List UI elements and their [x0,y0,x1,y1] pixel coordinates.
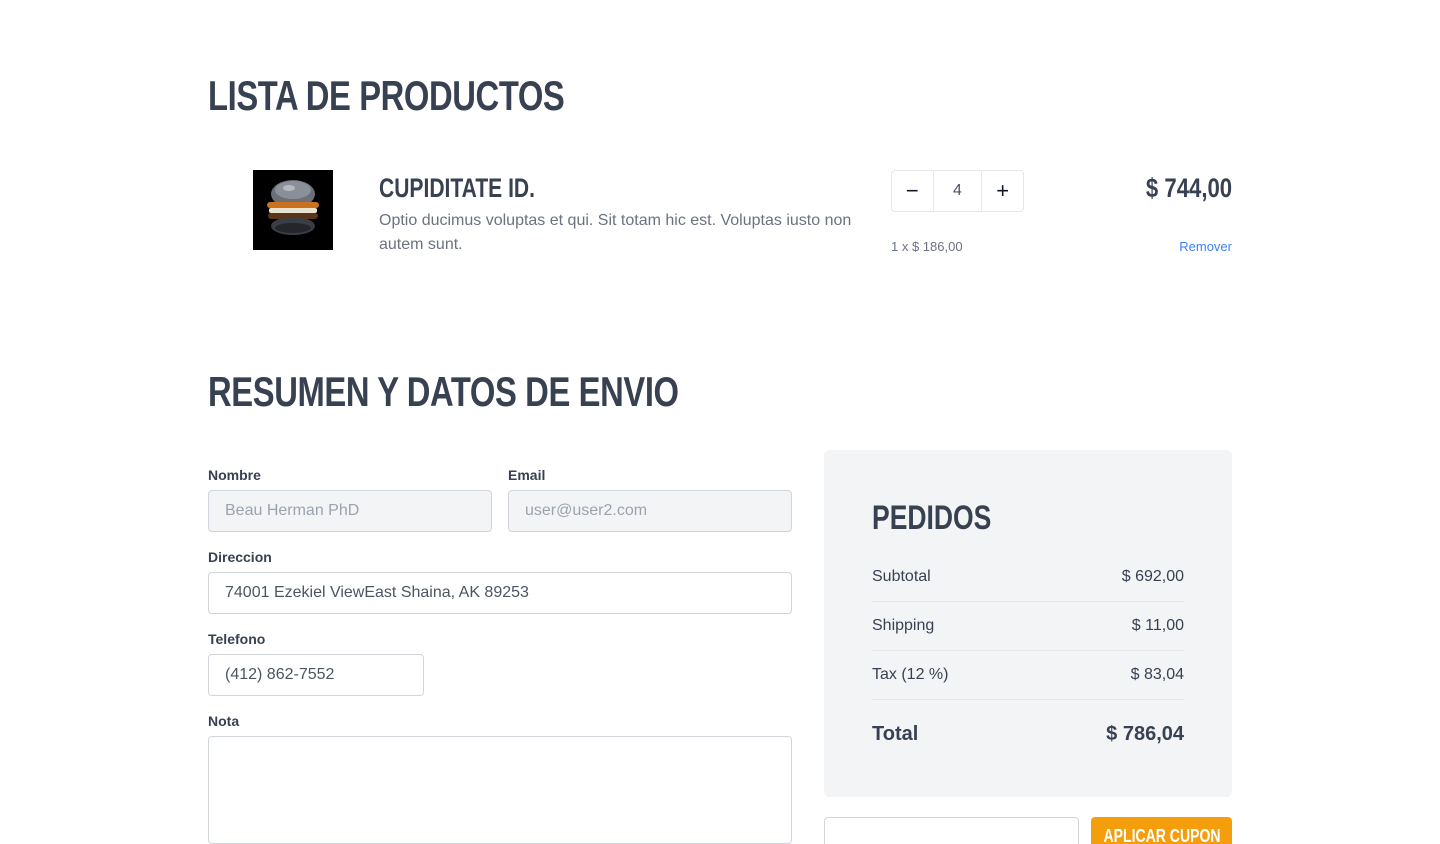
product-description: Optio ducimus voluptas et qui. Sit totam… [379,212,852,253]
quantity-value[interactable]: 4 [932,171,983,211]
burger-photo-icon [253,170,333,250]
email-label: Email [508,467,546,483]
shipping-label: Shipping [872,617,935,634]
shipping-row: Shipping $ 11,00 [872,602,1184,651]
note-textarea[interactable] [208,736,792,844]
orders-title: PEDIDOS [872,499,992,537]
shipping-value: $ 11,00 [1131,617,1184,634]
product-image[interactable] [253,170,333,250]
subtotal-label: Subtotal [872,568,931,585]
note-label: Nota [208,713,240,729]
subtotal-row: Subtotal $ 692,00 [872,553,1184,602]
tax-label: Tax (12 %) [872,666,949,683]
tax-row: Tax (12 %) $ 83,04 [872,651,1184,700]
line-total: $ 744,00 [1145,173,1232,203]
total-label: Total [872,723,919,745]
name-label: Nombre [208,467,261,483]
products-heading: LISTA DE PRODUCTOS [208,72,565,119]
phone-label: Telefono [208,631,266,647]
decrease-quantity-button[interactable]: − [892,171,933,211]
apply-coupon-label: APLICAR CUPON [1103,826,1221,844]
total-value: $ 786,04 [1106,723,1184,745]
address-label: Direccion [208,549,272,565]
apply-coupon-button[interactable]: APLICAR CUPON [1091,817,1232,844]
summary-heading: RESUMEN Y DATOS DE ENVIO [208,368,679,415]
coupon-input[interactable] [824,817,1079,844]
tax-value: $ 83,04 [1130,666,1184,683]
increase-quantity-button[interactable]: + [982,171,1023,211]
minus-icon: − [905,178,919,203]
phone-field[interactable] [208,654,424,696]
total-row: Total $ 786,04 [872,710,1184,759]
email-field[interactable] [508,490,792,532]
address-field[interactable] [208,572,792,614]
plus-icon: + [996,178,1010,203]
remove-item-link[interactable]: Remover [1179,239,1232,254]
name-field[interactable] [208,490,492,532]
unit-price: 1 x $ 186,00 [891,239,963,254]
orders-summary-card: PEDIDOS Subtotal $ 692,00 Shipping $ 11,… [824,450,1232,797]
subtotal-value: $ 692,00 [1121,568,1184,585]
quantity-stepper: − 4 + [891,170,1024,212]
product-name[interactable]: CUPIDITATE ID. [379,172,535,204]
